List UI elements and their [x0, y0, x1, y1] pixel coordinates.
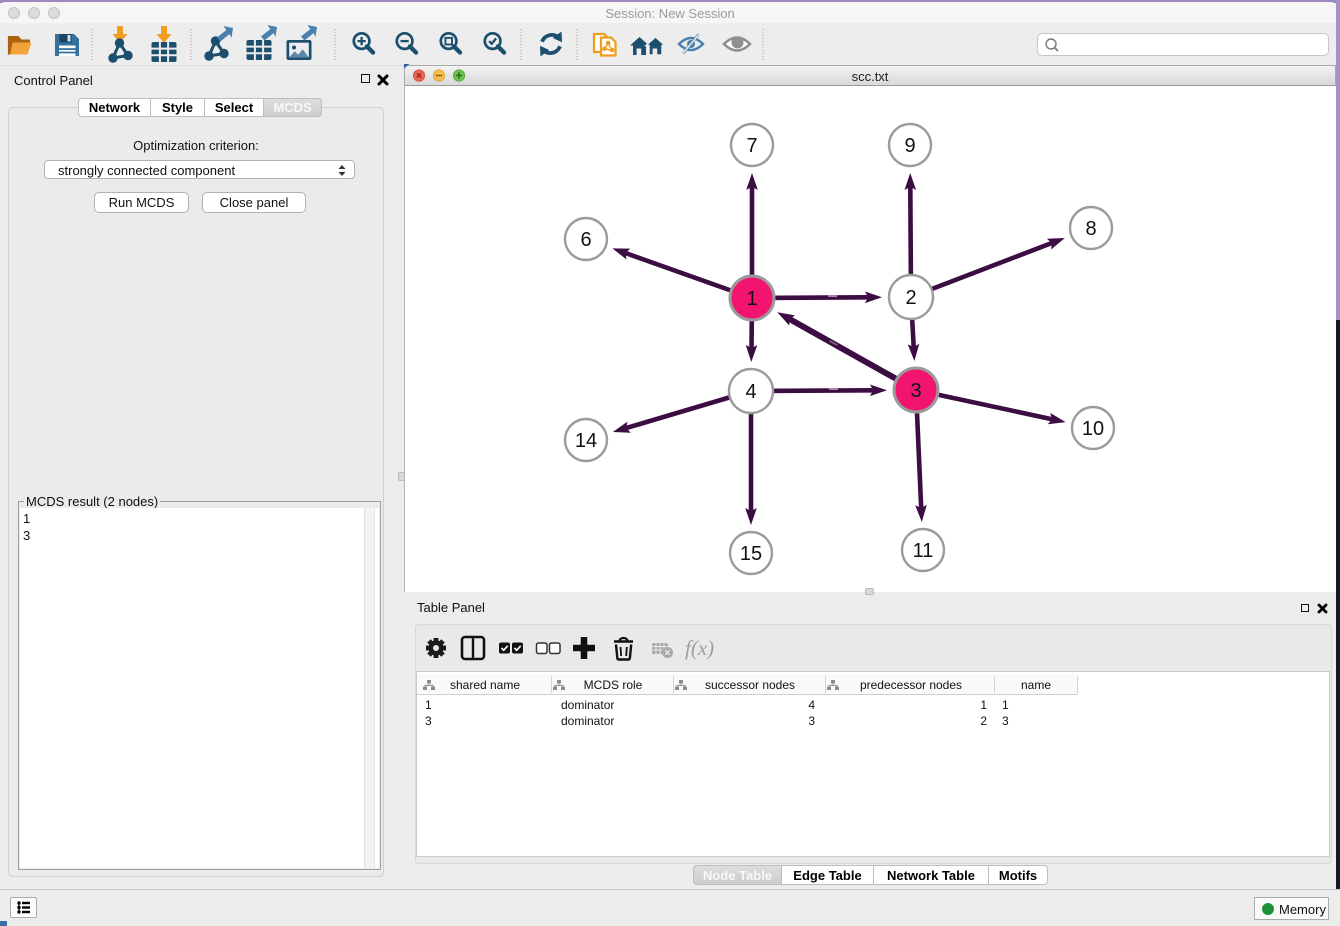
svg-text:7: 7: [746, 135, 757, 157]
svg-text:predecessor nodes: predecessor nodes: [860, 678, 962, 692]
svg-text:shared name: shared name: [450, 678, 520, 692]
svg-text:1: 1: [746, 288, 757, 310]
svg-text:14: 14: [575, 430, 597, 452]
svg-text:10: 10: [1082, 418, 1104, 440]
svg-text:15: 15: [740, 543, 762, 565]
svg-text:successor nodes: successor nodes: [705, 678, 795, 692]
svg-text:MCDS role: MCDS role: [584, 678, 643, 692]
svg-text:8: 8: [1085, 218, 1096, 240]
svg-text:6: 6: [580, 229, 591, 251]
svg-text:4: 4: [745, 381, 756, 403]
svg-text:name: name: [1021, 678, 1051, 692]
svg-text:9: 9: [904, 135, 915, 157]
svg-text:2: 2: [905, 287, 916, 309]
svg-text:f(x): f(x): [685, 636, 714, 660]
svg-text:11: 11: [913, 540, 934, 562]
svg-text:3: 3: [910, 380, 921, 402]
